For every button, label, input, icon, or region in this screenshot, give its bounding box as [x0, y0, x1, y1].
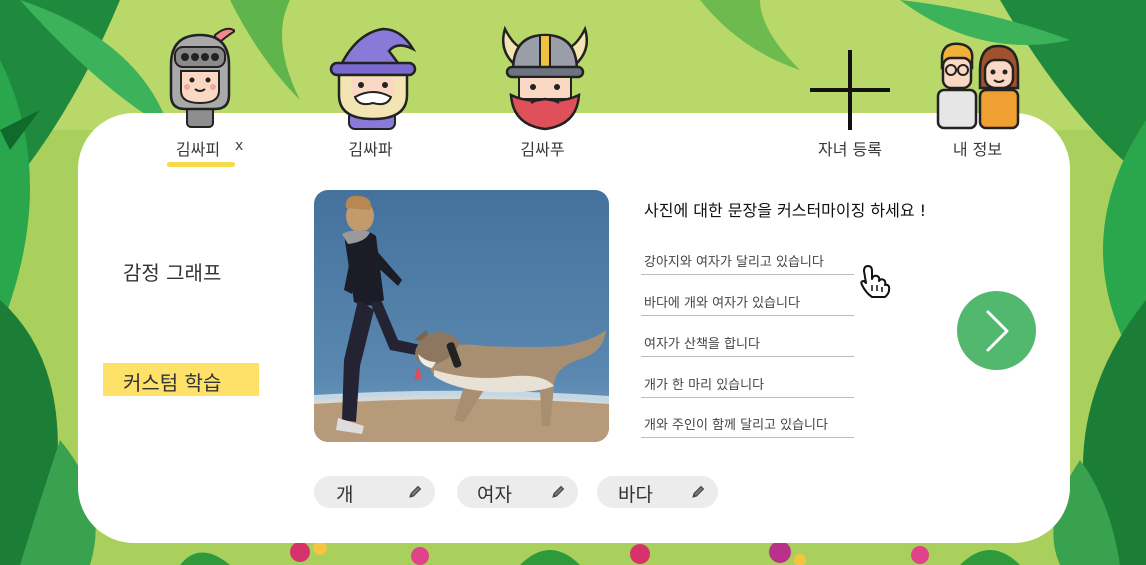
hand-pointer-cursor-icon: [860, 265, 891, 298]
selected-profile-underline: [167, 162, 235, 167]
wizard-avatar-icon: [329, 27, 417, 130]
sidebar-item-emotion-graph[interactable]: 감정 그래프: [123, 257, 221, 286]
my-info-label: 내 정보: [952, 140, 1003, 159]
profile-name-3: 김싸푸: [520, 140, 565, 159]
sentence-option-5[interactable]: 개와 주인이 함께 달리고 있습니다: [641, 414, 854, 438]
pencil-icon[interactable]: [550, 484, 566, 500]
my-info-button[interactable]: 내 정보: [930, 40, 1025, 160]
register-child-label: 자녀 등록: [818, 140, 882, 159]
keyword-tag-3[interactable]: 바다: [597, 476, 718, 508]
pencil-icon[interactable]: [407, 484, 423, 500]
sentence-option-4[interactable]: 개가 한 마리 있습니다: [641, 374, 854, 398]
plus-icon: [810, 50, 890, 130]
keyword-tag-1[interactable]: 개: [314, 476, 435, 508]
profile-tab-1[interactable]: 김싸피: [160, 25, 240, 165]
pencil-icon[interactable]: [690, 484, 706, 500]
next-button[interactable]: [957, 291, 1036, 370]
profile-tab-3[interactable]: 김싸푸: [497, 25, 592, 160]
profile-name-1: 김싸피: [175, 140, 221, 159]
learning-photo: [314, 190, 609, 442]
sentence-option-2[interactable]: 바다에 개와 여자가 있습니다: [641, 292, 854, 316]
parents-icon: [936, 42, 1020, 130]
profile-name-2: 김싸파: [348, 140, 393, 159]
knight-avatar-icon: [169, 27, 235, 128]
customize-sentence-title: 사진에 대한 문장을 커스터마이징 하세요 !: [644, 201, 927, 220]
profile-tab-2[interactable]: 김싸파: [325, 25, 420, 160]
keyword-tag-2[interactable]: 여자: [457, 476, 578, 508]
woman-running-with-dog-photo: [314, 190, 609, 442]
keyword-tag-label: 개: [336, 484, 354, 506]
register-child-button[interactable]: 자녀 등록: [805, 48, 895, 160]
sentence-option-3[interactable]: 여자가 산책을 합니다: [641, 333, 854, 357]
remove-profile-button[interactable]: x: [235, 138, 243, 154]
viking-avatar-icon: [502, 25, 588, 131]
keyword-tag-label: 바다: [618, 484, 653, 506]
keyword-tag-label: 여자: [477, 484, 512, 506]
sentence-option-1[interactable]: 강아지와 여자가 달리고 있습니다: [641, 251, 854, 275]
chevron-right-icon: [986, 310, 1009, 352]
sidebar-item-custom-learning[interactable]: 커스텀 학습: [123, 367, 221, 396]
